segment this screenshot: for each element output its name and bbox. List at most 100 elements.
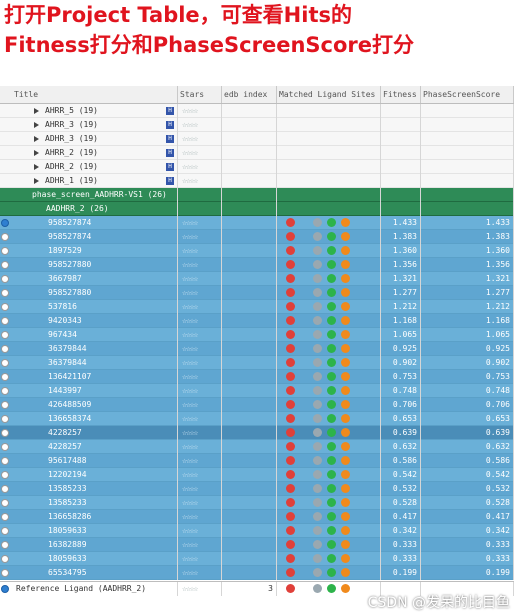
- expand-triangle-icon[interactable]: [34, 121, 39, 128]
- hit-row[interactable]: 36379844 ☆☆☆☆ 0.925 0.925: [0, 342, 514, 356]
- star-rating[interactable]: ☆☆☆☆: [182, 584, 198, 593]
- hit-row[interactable]: 95617488 ☆☆☆☆ 0.586 0.586: [0, 454, 514, 468]
- hit-row[interactable]: 1897529 ☆☆☆☆ 1.360 1.360: [0, 244, 514, 258]
- star-rating[interactable]: ☆☆☆☆: [182, 162, 198, 171]
- stars-cell[interactable]: ☆☆☆☆: [178, 566, 222, 580]
- stars-cell[interactable]: ☆☆☆☆: [178, 160, 222, 174]
- stars-cell[interactable]: ☆☆☆☆: [178, 468, 222, 482]
- stars-cell[interactable]: ☆☆☆☆: [178, 510, 222, 524]
- stars-cell[interactable]: ☆☆☆☆: [178, 328, 222, 342]
- star-rating[interactable]: ☆☆☆☆: [182, 372, 198, 381]
- star-rating[interactable]: ☆☆☆☆: [182, 120, 198, 129]
- stars-cell[interactable]: ☆☆☆☆: [178, 384, 222, 398]
- stars-cell[interactable]: ☆☆☆☆: [178, 496, 222, 510]
- stars-cell[interactable]: ☆☆☆☆: [178, 146, 222, 160]
- hit-row[interactable]: 958527880 ☆☆☆☆ 1.356 1.356: [0, 258, 514, 272]
- hit-row[interactable]: 4228257 ☆☆☆☆ 0.632 0.632: [0, 440, 514, 454]
- star-rating[interactable]: ☆☆☆☆: [182, 400, 198, 409]
- stars-cell[interactable]: ☆☆☆☆: [178, 440, 222, 454]
- star-rating[interactable]: ☆☆☆☆: [182, 148, 198, 157]
- star-rating[interactable]: ☆☆☆☆: [182, 274, 198, 283]
- hit-row[interactable]: 958527880 ☆☆☆☆ 1.277 1.277: [0, 286, 514, 300]
- stars-cell[interactable]: ☆☆☆☆: [178, 482, 222, 496]
- stars-cell[interactable]: ☆☆☆☆: [178, 286, 222, 300]
- star-rating[interactable]: ☆☆☆☆: [182, 134, 198, 143]
- star-rating[interactable]: ☆☆☆☆: [182, 442, 198, 451]
- star-rating[interactable]: ☆☆☆☆: [182, 176, 198, 185]
- hit-row[interactable]: 537816 ☆☆☆☆ 1.212 1.212: [0, 300, 514, 314]
- table-row[interactable]: AHRR_5 (19) H ☆☆☆☆: [0, 104, 514, 118]
- star-rating[interactable]: ☆☆☆☆: [182, 526, 198, 535]
- expand-triangle-icon[interactable]: [34, 177, 39, 184]
- star-rating[interactable]: ☆☆☆☆: [182, 540, 198, 549]
- hit-row[interactable]: 18059633 ☆☆☆☆ 0.342 0.342: [0, 524, 514, 538]
- star-rating[interactable]: ☆☆☆☆: [182, 512, 198, 521]
- hit-row[interactable]: 16382889 ☆☆☆☆ 0.333 0.333: [0, 538, 514, 552]
- star-rating[interactable]: ☆☆☆☆: [182, 456, 198, 465]
- stars-cell[interactable]: ☆☆☆☆: [178, 356, 222, 370]
- hit-row[interactable]: 426488509 ☆☆☆☆ 0.706 0.706: [0, 398, 514, 412]
- hit-row[interactable]: 136421107 ☆☆☆☆ 0.753 0.753: [0, 370, 514, 384]
- project-table[interactable]: Title Stars edb index Matched Ligand Sites F…: [0, 86, 514, 614]
- phase-subgroup-row[interactable]: AADHRR_2 (26): [0, 202, 514, 216]
- star-rating[interactable]: ☆☆☆☆: [182, 288, 198, 297]
- star-rating[interactable]: ☆☆☆☆: [182, 470, 198, 479]
- star-rating[interactable]: ☆☆☆☆: [182, 414, 198, 423]
- table-row[interactable]: AHRR_3 (19) H ☆☆☆☆: [0, 118, 514, 132]
- star-rating[interactable]: ☆☆☆☆: [182, 106, 198, 115]
- star-rating[interactable]: ☆☆☆☆: [182, 218, 198, 227]
- table-row[interactable]: ADHR_2 (19) H ☆☆☆☆: [0, 160, 514, 174]
- column-header[interactable]: Fitness: [381, 86, 421, 103]
- star-rating[interactable]: ☆☆☆☆: [182, 246, 198, 255]
- table-row[interactable]: AHRR_2 (19) H ☆☆☆☆: [0, 146, 514, 160]
- stars-cell[interactable]: ☆☆☆☆: [178, 524, 222, 538]
- stars-cell[interactable]: ☆☆☆☆: [178, 552, 222, 566]
- hit-row[interactable]: 958527874 ☆☆☆☆ 1.383 1.383: [0, 230, 514, 244]
- column-header[interactable]: Matched Ligand Sites: [277, 86, 381, 103]
- stars-cell[interactable]: ☆☆☆☆: [178, 412, 222, 426]
- hit-row[interactable]: 136658374 ☆☆☆☆ 0.653 0.653: [0, 412, 514, 426]
- column-header[interactable]: Stars: [178, 86, 222, 103]
- table-row[interactable]: ADHR_3 (19) H ☆☆☆☆: [0, 132, 514, 146]
- star-rating[interactable]: ☆☆☆☆: [182, 554, 198, 563]
- phase-group-row[interactable]: phase_screen_AADHRR-VS1 (26): [0, 188, 514, 202]
- hit-row[interactable]: 12202194 ☆☆☆☆ 0.542 0.542: [0, 468, 514, 482]
- stars-cell[interactable]: ☆☆☆☆: [178, 216, 222, 230]
- hit-row[interactable]: 13585233 ☆☆☆☆ 0.532 0.532: [0, 482, 514, 496]
- stars-cell[interactable]: ☆☆☆☆: [178, 230, 222, 244]
- stars-cell[interactable]: ☆☆☆☆: [178, 244, 222, 258]
- hit-row[interactable]: 9420343 ☆☆☆☆ 1.168 1.168: [0, 314, 514, 328]
- stars-cell[interactable]: ☆☆☆☆: [178, 398, 222, 412]
- star-rating[interactable]: ☆☆☆☆: [182, 316, 198, 325]
- hit-row[interactable]: 4228257 ☆☆☆☆ 0.639 0.639: [0, 426, 514, 440]
- star-rating[interactable]: ☆☆☆☆: [182, 330, 198, 339]
- hit-row[interactable]: 36379844 ☆☆☆☆ 0.902 0.902: [0, 356, 514, 370]
- stars-cell[interactable]: ☆☆☆☆: [178, 300, 222, 314]
- star-rating[interactable]: ☆☆☆☆: [182, 232, 198, 241]
- stars-cell[interactable]: ☆☆☆☆: [178, 582, 222, 596]
- hit-row[interactable]: 1443997 ☆☆☆☆ 0.748 0.748: [0, 384, 514, 398]
- star-rating[interactable]: ☆☆☆☆: [182, 358, 198, 367]
- star-rating[interactable]: ☆☆☆☆: [182, 344, 198, 353]
- stars-cell[interactable]: ☆☆☆☆: [178, 342, 222, 356]
- column-header[interactable]: edb index: [222, 86, 277, 103]
- column-header[interactable]: PhaseScreenScore: [421, 86, 514, 103]
- stars-cell[interactable]: ☆☆☆☆: [178, 132, 222, 146]
- stars-cell[interactable]: ☆☆☆☆: [178, 174, 222, 188]
- star-rating[interactable]: ☆☆☆☆: [182, 568, 198, 577]
- expand-triangle-icon[interactable]: [34, 135, 39, 142]
- stars-cell[interactable]: ☆☆☆☆: [178, 104, 222, 118]
- expand-triangle-icon[interactable]: [34, 149, 39, 156]
- stars-cell[interactable]: ☆☆☆☆: [178, 272, 222, 286]
- hit-row[interactable]: 18059633 ☆☆☆☆ 0.333 0.333: [0, 552, 514, 566]
- table-row[interactable]: ADHR_1 (19) H ☆☆☆☆: [0, 174, 514, 188]
- stars-cell[interactable]: ☆☆☆☆: [178, 426, 222, 440]
- hit-row[interactable]: 3667987 ☆☆☆☆ 1.321 1.321: [0, 272, 514, 286]
- hit-row[interactable]: 136658286 ☆☆☆☆ 0.417 0.417: [0, 510, 514, 524]
- expand-triangle-icon[interactable]: [34, 163, 39, 170]
- column-header[interactable]: Title: [0, 86, 178, 103]
- star-rating[interactable]: ☆☆☆☆: [182, 302, 198, 311]
- stars-cell[interactable]: ☆☆☆☆: [178, 258, 222, 272]
- stars-cell[interactable]: ☆☆☆☆: [178, 370, 222, 384]
- hit-row[interactable]: 967434 ☆☆☆☆ 1.065 1.065: [0, 328, 514, 342]
